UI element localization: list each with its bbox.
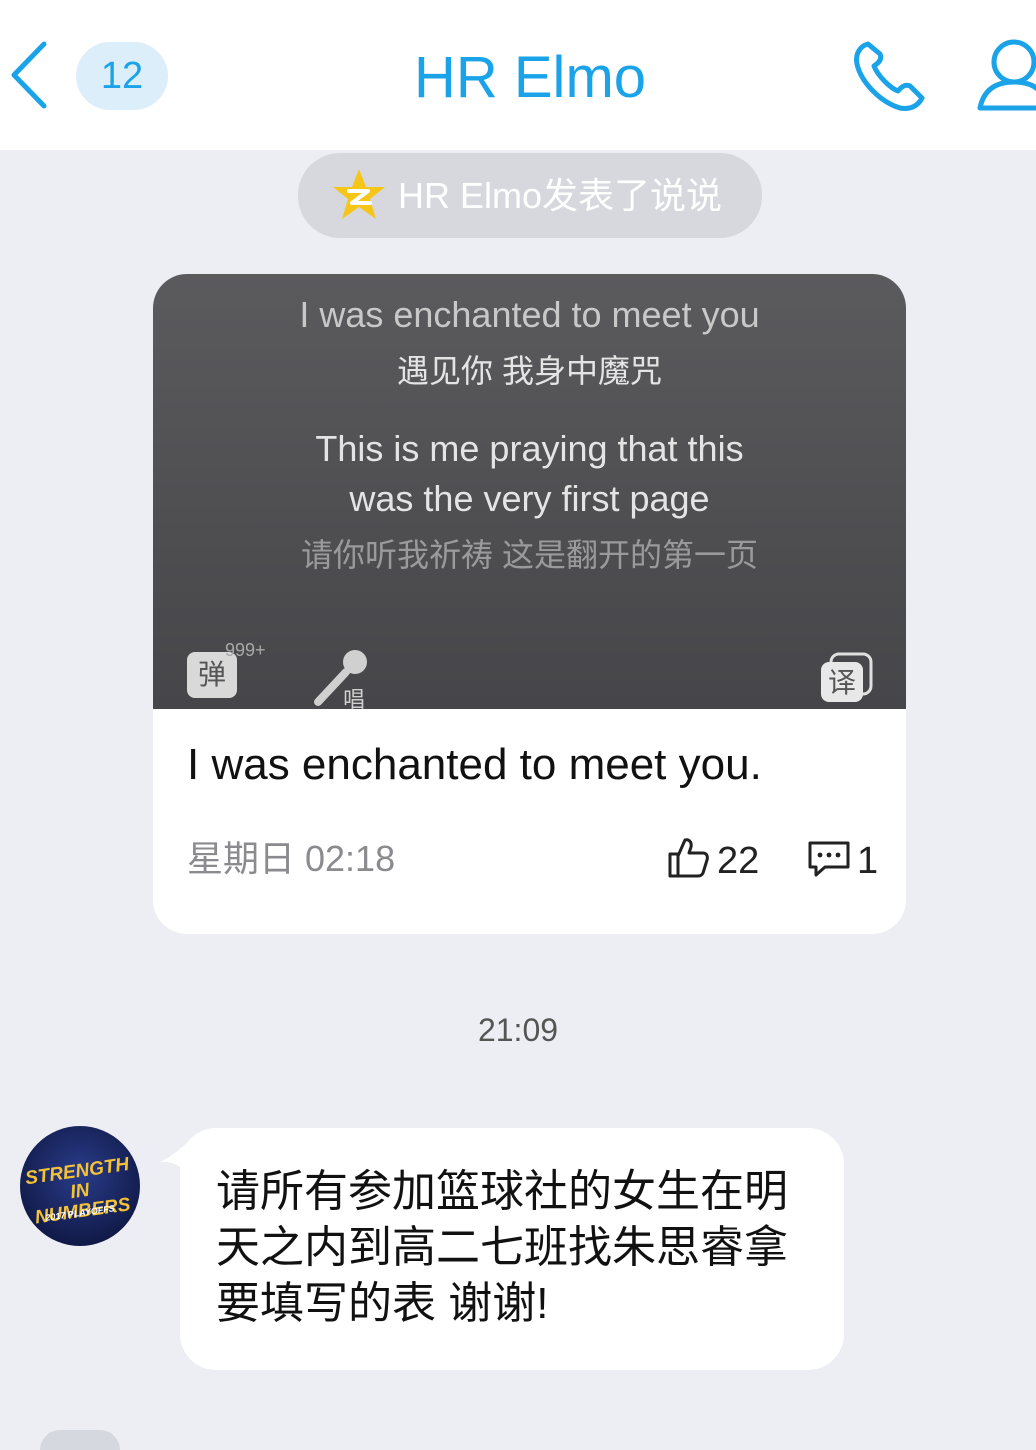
sing-label: 唱	[343, 687, 366, 712]
person-icon[interactable]	[972, 36, 1036, 116]
moment-notice-text: HR Elmo发表了说说	[398, 175, 723, 216]
svg-text:译: 译	[828, 666, 856, 699]
music-lyrics-cover[interactable]: I was enchanted to meet you 遇见你 我身中魔咒 Th…	[153, 274, 906, 712]
phone-icon[interactable]	[850, 38, 930, 114]
qzone-star-icon	[333, 169, 385, 219]
lyric-line: This is me praying that this	[315, 428, 744, 469]
unread-count-badge[interactable]: 12	[76, 42, 168, 110]
chat-header: 12 HR Elmo	[0, 0, 1036, 150]
lyric-line: was the very first page	[349, 478, 710, 519]
comment-icon[interactable]	[807, 840, 851, 878]
post-caption: I was enchanted to meet you.	[187, 740, 762, 789]
chevron-left-icon[interactable]	[6, 40, 54, 110]
post-date: 星期日 02:18	[187, 838, 396, 879]
next-message-avatar	[40, 1430, 120, 1450]
moment-notice[interactable]: HR Elmo发表了说说	[298, 153, 762, 238]
translate-icon[interactable]: 译	[819, 652, 875, 704]
shared-post-card[interactable]: I was enchanted to meet you 遇见你 我身中魔咒 Th…	[153, 274, 906, 934]
like-count: 22	[717, 840, 760, 882]
lyric-line: 请你听我祈祷 这是翻开的第一页	[301, 537, 758, 573]
lyric-line: I was enchanted to meet you	[299, 294, 760, 335]
chat-title: HR Elmo	[413, 45, 647, 110]
danmu-count: 999+	[225, 640, 266, 660]
lyric-line: 遇见你 我身中魔咒	[397, 353, 662, 389]
message-timestamp: 21:09	[477, 1012, 559, 1048]
comment-count: 1	[857, 840, 879, 882]
thumbs-up-icon[interactable]	[667, 836, 709, 878]
message-text: 请所有参加篮球社的女生在明天之内到高二七班找朱思睿拿要填写的表 谢谢!	[216, 1167, 788, 1328]
avatar[interactable]: STRENGTH IN NUMBERS 2017 PLAYOFFS	[20, 1126, 140, 1246]
message-bubble[interactable]: 请所有参加篮球社的女生在明天之内到高二七班找朱思睿拿要填写的表 谢谢!	[180, 1128, 844, 1370]
